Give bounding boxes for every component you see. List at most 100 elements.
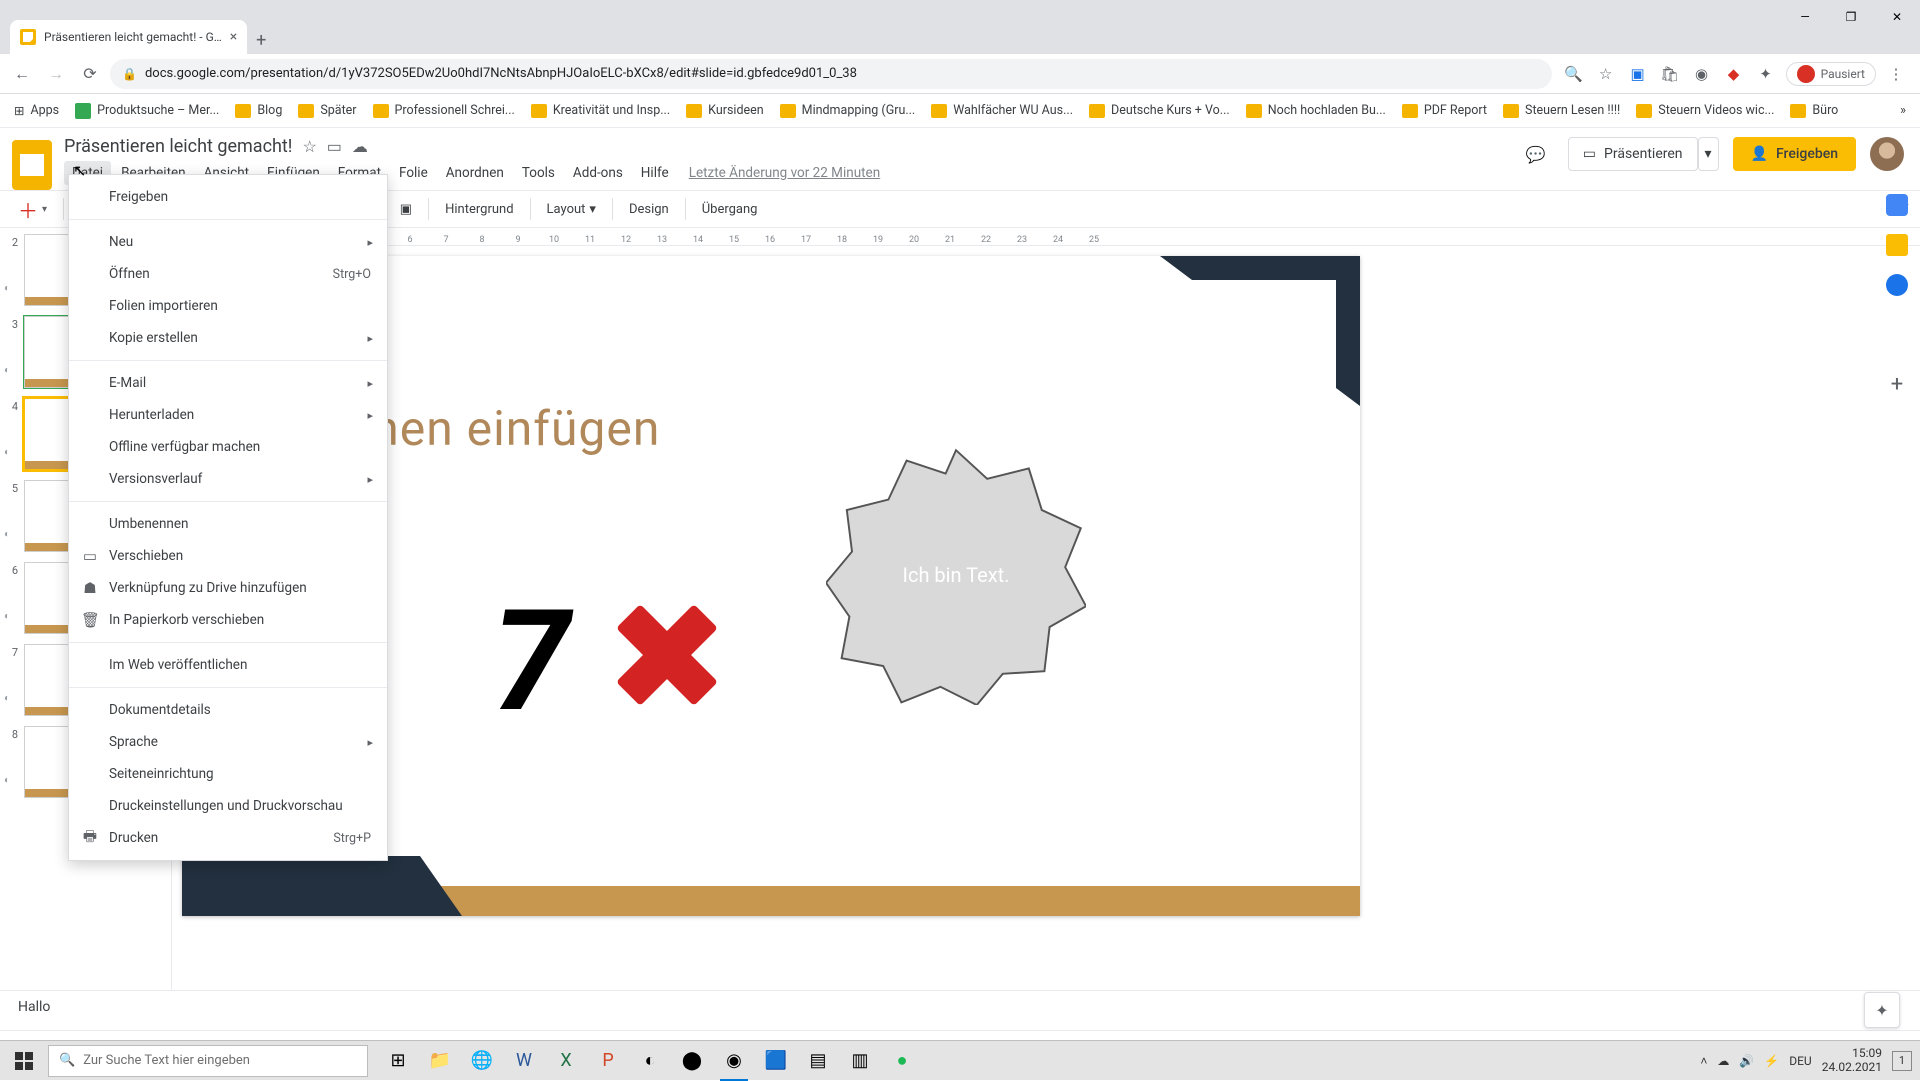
extension-read-icon[interactable]: ▣ (1626, 62, 1650, 86)
tray-clock[interactable]: 15:09 24.02.2021 (1822, 1047, 1882, 1075)
menu-offline[interactable]: Offline verfügbar machen (69, 431, 387, 463)
menu-download[interactable]: Herunterladen▸ (69, 399, 387, 431)
calendar-addon-icon[interactable] (1886, 194, 1908, 216)
menu-folie[interactable]: Folie (391, 161, 436, 185)
app-icon-1[interactable]: 🌐 (462, 1041, 502, 1081)
bookmarks-overflow[interactable]: » (1894, 99, 1912, 122)
background-button[interactable]: Hintergrund (437, 198, 521, 221)
file-explorer-icon[interactable]: 📁 (420, 1041, 460, 1081)
start-button[interactable] (0, 1041, 48, 1081)
menu-page-setup[interactable]: Seiteneinrichtung (69, 758, 387, 790)
menu-email[interactable]: E-Mail▸ (69, 367, 387, 399)
menu-open[interactable]: ÖffnenStrg+O (69, 258, 387, 290)
chrome-icon[interactable]: ◉ (714, 1041, 754, 1081)
bookmark-item[interactable]: Wahlfächer WU Aus... (925, 99, 1079, 122)
extensions-puzzle-icon[interactable]: ✦ (1754, 62, 1778, 86)
bookmark-item[interactable]: PDF Report (1396, 99, 1493, 122)
tray-volume-icon[interactable]: 🔊 (1739, 1054, 1754, 1068)
task-view-icon[interactable]: ⊞ (378, 1041, 418, 1081)
extension-red-icon[interactable]: ◆ (1722, 62, 1746, 86)
bookmark-item[interactable]: Steuern Videos wic... (1630, 99, 1780, 122)
window-close-button[interactable]: ✕ (1874, 0, 1920, 34)
menu-import-slides[interactable]: Folien importieren (69, 290, 387, 322)
menu-make-copy[interactable]: Kopie erstellen▸ (69, 322, 387, 354)
menu-anordnen[interactable]: Anordnen (438, 161, 512, 185)
number-seven-shape[interactable]: 7 (492, 580, 570, 744)
nav-back-button[interactable]: ← (8, 60, 36, 88)
menu-add-ons[interactable]: Add-ons (565, 161, 631, 185)
cloud-saved-icon[interactable]: ☁ (352, 137, 368, 156)
bookmark-item[interactable]: Blog (229, 99, 288, 122)
extension-cart-icon[interactable]: 🛍 (1658, 62, 1682, 86)
menu-new[interactable]: Neu▸ (69, 226, 387, 258)
explore-button[interactable]: ✦ (1864, 992, 1900, 1028)
theme-button[interactable]: Design (621, 198, 677, 221)
bookmark-item[interactable]: Noch hochladen Bu... (1240, 99, 1392, 122)
menu-language[interactable]: Sprache▸ (69, 726, 387, 758)
menu-publish-web[interactable]: Im Web veröffentlichen (69, 649, 387, 681)
menu-print-preview[interactable]: Druckeinstellungen und Druckvorschau (69, 790, 387, 822)
menu-hilfe[interactable]: Hilfe (633, 161, 677, 185)
star-text[interactable]: Ich bin Text. (903, 563, 1010, 587)
tray-network-icon[interactable]: ⚡ (1764, 1054, 1779, 1068)
bookmark-item[interactable]: Steuern Lesen !!!! (1497, 99, 1626, 122)
menu-add-drive-shortcut[interactable]: ☗Verknüpfung zu Drive hinzufügen (69, 572, 387, 604)
url-bar[interactable]: 🔒 docs.google.com/presentation/d/1yV372S… (110, 59, 1552, 89)
tray-battery-icon[interactable]: ☁ (1717, 1054, 1729, 1068)
browser-tab[interactable]: Präsentieren leicht gemacht! - G… × (10, 20, 247, 54)
bookmark-item[interactable]: Büro (1784, 99, 1844, 122)
document-title[interactable]: Präsentieren leicht gemacht! (64, 136, 292, 157)
tray-language[interactable]: DEU (1789, 1054, 1811, 1068)
menu-tools[interactable]: Tools (514, 161, 563, 185)
browser-menu-icon[interactable]: ⋮ (1884, 62, 1908, 86)
add-addon-button[interactable]: + (1891, 372, 1903, 397)
window-maximize-button[interactable]: ❐ (1828, 0, 1874, 34)
bookmark-item[interactable]: Professionell Schrei... (367, 99, 521, 122)
comment-button[interactable]: ▣ (392, 198, 420, 221)
slides-logo-icon[interactable] (12, 140, 52, 190)
star-outline-icon[interactable]: ☆ (302, 137, 316, 156)
spotify-icon[interactable]: ● (882, 1041, 922, 1081)
menu-version-history[interactable]: Versionsverlauf▸ (69, 463, 387, 495)
tasks-addon-icon[interactable] (1886, 274, 1908, 296)
notepad-icon[interactable]: ▥ (840, 1041, 880, 1081)
layout-button[interactable]: Layout ▾ (539, 198, 604, 221)
bookmark-item[interactable]: Kursideen (680, 99, 770, 122)
edge-icon[interactable]: 🟦 (756, 1041, 796, 1081)
bookmark-item[interactable]: Mindmapping (Gru... (774, 99, 922, 122)
speaker-notes[interactable]: Hallo (0, 990, 1920, 1030)
bookmark-item[interactable]: Kreativität und Insp... (525, 99, 676, 122)
obs-icon[interactable]: ⬤ (672, 1041, 712, 1081)
share-button[interactable]: 👤 Freigeben (1733, 137, 1856, 171)
bookmark-item[interactable]: Später (292, 99, 362, 122)
app-icon-2[interactable]: ◐ (630, 1041, 670, 1081)
nav-reload-button[interactable]: ⟳ (76, 60, 104, 88)
bookmark-item[interactable]: Produktsuche – Mer... (69, 99, 225, 123)
last-edit-link[interactable]: Letzte Änderung vor 22 Minuten (689, 165, 881, 181)
star-seal-shape[interactable]: Ich bin Text. (826, 445, 1086, 705)
window-minimize-button[interactable]: — (1782, 0, 1828, 34)
menu-rename[interactable]: Umbenennen (69, 508, 387, 540)
word-icon[interactable]: W (504, 1041, 544, 1081)
move-to-drive-icon[interactable]: ▭ (327, 137, 342, 156)
tab-close-icon[interactable]: × (230, 29, 237, 45)
profile-paused-chip[interactable]: Pausiert (1786, 62, 1876, 86)
taskbar-search[interactable]: 🔍 Zur Suche Text hier eingeben (48, 1045, 368, 1077)
menu-print[interactable]: 🖶DruckenStrg+P (69, 822, 387, 854)
powerpoint-icon[interactable]: P (588, 1041, 628, 1081)
app-icon-3[interactable]: ▤ (798, 1041, 838, 1081)
nav-forward-button[interactable]: → (42, 60, 70, 88)
menu-move-to-trash[interactable]: 🗑In Papierkorb verschieben (69, 604, 387, 636)
menu-move[interactable]: ▭Verschieben (69, 540, 387, 572)
keep-addon-icon[interactable] (1886, 234, 1908, 256)
zoom-icon[interactable]: 🔍 (1562, 62, 1586, 86)
excel-icon[interactable]: X (546, 1041, 586, 1081)
extension-globe-icon[interactable]: ◉ (1690, 62, 1714, 86)
new-tab-button[interactable]: + (247, 26, 275, 54)
present-button[interactable]: ▭ Präsentieren (1568, 137, 1698, 171)
bookmark-star-icon[interactable]: ☆ (1594, 62, 1618, 86)
transition-button[interactable]: Übergang (694, 198, 766, 221)
tray-chevron-icon[interactable]: ˄ (1700, 1054, 1707, 1068)
comment-history-button[interactable]: 💬 (1518, 136, 1554, 172)
notification-center-icon[interactable]: 1 (1892, 1051, 1912, 1071)
